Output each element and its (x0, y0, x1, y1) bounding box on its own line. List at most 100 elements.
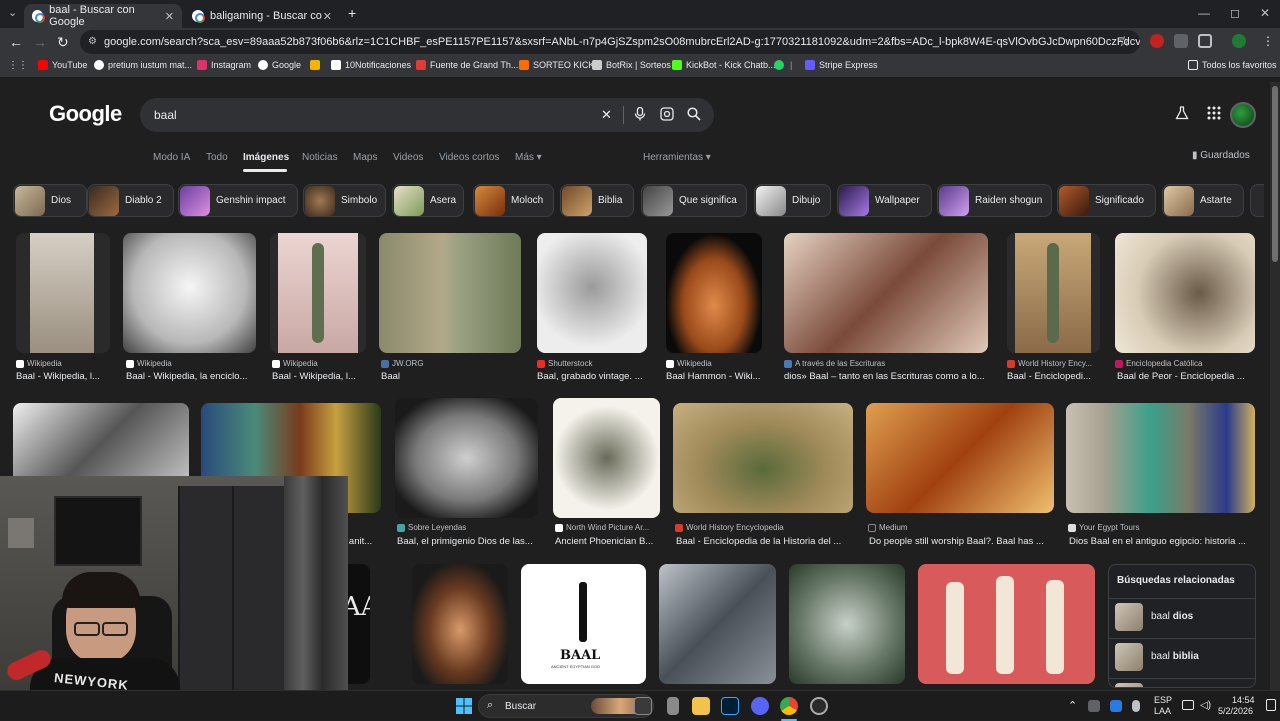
bookmark-sorteo-kick[interactable]: SORTEO KICK (519, 60, 594, 70)
bookmark-youtube[interactable]: YouTube (38, 60, 87, 70)
result-title[interactable]: Baal (381, 371, 521, 382)
related-item-baal-dios[interactable]: baal dios (1109, 598, 1255, 634)
tools-button[interactable]: Herramientas ▾ (643, 152, 711, 163)
result-title[interactable]: Dios Baal en el antiguo egipcio: histori… (1069, 536, 1255, 547)
chip-asera[interactable]: Asera (392, 184, 464, 217)
bookmark-gta[interactable]: Fuente de Grand Th... (416, 60, 518, 70)
chip-que-significa[interactable]: Que significa (641, 184, 747, 217)
task-view-icon[interactable] (634, 697, 652, 715)
clear-icon[interactable]: ✕ (601, 107, 612, 123)
labs-flask-icon[interactable] (1175, 106, 1189, 123)
google-apps-icon[interactable] (1207, 106, 1221, 123)
tab-close-icon[interactable]: ✕ (165, 10, 174, 23)
tab-close-icon[interactable]: ✕ (323, 10, 332, 23)
result-image[interactable] (395, 398, 538, 518)
bookmark-pretium[interactable]: pretium iustum mat... (94, 60, 192, 70)
result-image[interactable] (537, 233, 647, 353)
chip-biblia[interactable]: Biblia (560, 184, 634, 217)
chip-significado[interactable]: Significado (1057, 184, 1156, 217)
bookmark-pinwheel[interactable] (310, 60, 324, 70)
tab-modo-ia[interactable]: Modo IA (153, 152, 190, 163)
chip-wallpaper[interactable]: Wallpaper (837, 184, 932, 217)
forward-icon[interactable]: → (33, 34, 47, 50)
clock-date[interactable]: 5/2/2026 (1218, 706, 1253, 716)
volume-icon[interactable]: ◁) (1200, 700, 1211, 711)
language-indicator[interactable]: ESP (1154, 695, 1172, 705)
extension-red-icon[interactable] (1150, 34, 1164, 48)
all-bookmarks[interactable]: Todos los favoritos (1188, 60, 1277, 70)
result-title[interactable]: Baal, grabado vintage. ... (537, 371, 647, 382)
chip-simbolo[interactable]: Simbolo (303, 184, 386, 217)
close-window-icon[interactable]: ✕ (1260, 6, 1270, 20)
bookmark-stripe[interactable]: Stripe Express (805, 60, 878, 70)
profile-avatar-small[interactable] (1232, 34, 1246, 48)
bookmark-google[interactable]: Google (258, 60, 301, 70)
reload-icon[interactable]: ↻ (57, 34, 69, 51)
tab-mas[interactable]: Más ▾ (515, 152, 542, 163)
result-image[interactable] (1007, 233, 1100, 353)
tab-todo[interactable]: Todo (206, 152, 228, 163)
minimize-icon[interactable]: — (1198, 6, 1210, 20)
result-title[interactable]: Baal - Wikipedia, la enciclo... (126, 371, 256, 382)
result-image[interactable] (673, 403, 853, 513)
tab-noticias[interactable]: Noticias (302, 152, 338, 163)
extensions-puzzle-icon[interactable] (1198, 34, 1212, 48)
result-title[interactable]: dios» Baal – tanto en las Escrituras com… (784, 371, 990, 382)
lens-icon[interactable] (660, 107, 674, 124)
page-scrollbar[interactable] (1270, 82, 1280, 690)
result-image[interactable] (123, 233, 256, 353)
bookmark-whatsapp[interactable] (774, 60, 788, 70)
search-input[interactable]: baal ✕ (140, 98, 714, 132)
tab-baligaming[interactable]: baligaming - Buscar con Google ✕ (184, 4, 340, 28)
google-logo[interactable]: Google (49, 101, 122, 127)
chip-partial[interactable] (1250, 184, 1264, 217)
apps-grid-icon[interactable]: ⋮⋮ (8, 60, 28, 71)
result-title[interactable]: Baal Hammon - Wiki... (666, 371, 766, 382)
bookmark-botrix[interactable]: BotRix | Sorteos (592, 60, 671, 70)
bookmark-star-icon[interactable]: ☆ (1118, 33, 1131, 50)
tab-imagenes[interactable]: Imágenes (243, 152, 289, 163)
related-item-baal-biblia[interactable]: baal biblia (1109, 638, 1255, 674)
tray-app-icon[interactable] (1110, 700, 1122, 712)
tab-search-chevron-icon[interactable]: ⌄ (8, 6, 17, 19)
chip-diablo-2[interactable]: Diablo 2 (87, 184, 174, 217)
windows-start-icon[interactable] (456, 698, 472, 719)
chip-dios[interactable]: Dios (13, 184, 87, 217)
saved-button[interactable]: ▮ Guardados (1192, 150, 1250, 161)
result-title[interactable]: Baal - Wikipedia, l... (16, 371, 110, 382)
chip-raiden-shogun[interactable]: Raiden shogun (937, 184, 1052, 217)
result-image[interactable] (270, 233, 366, 353)
bookmark-instagram[interactable]: Instagram (197, 60, 251, 70)
result-image[interactable] (1115, 233, 1255, 353)
result-image[interactable] (1066, 403, 1255, 513)
discord-icon[interactable] (751, 697, 769, 715)
result-image[interactable] (918, 564, 1095, 684)
tab-videos-cortos[interactable]: Videos cortos (439, 152, 499, 163)
chip-genshin[interactable]: Genshin impact (178, 184, 298, 217)
back-icon[interactable]: ← (9, 34, 23, 50)
clock-time[interactable]: 14:54 (1232, 695, 1255, 705)
taskbar-search[interactable]: ⌕ Buscar (478, 694, 654, 718)
file-explorer-icon[interactable] (692, 697, 710, 715)
chrome-menu-icon[interactable]: ⋮ (1262, 34, 1274, 48)
result-title[interactable]: Baal - Wikipedia, l... (272, 371, 366, 382)
result-image[interactable] (659, 564, 776, 684)
tray-mic-icon[interactable] (1132, 700, 1140, 712)
network-icon[interactable] (1182, 700, 1194, 710)
result-image[interactable] (666, 233, 762, 353)
result-image[interactable] (553, 398, 660, 518)
result-image[interactable]: BAAL ANCIENT EGYPTIAN GOD (521, 564, 646, 684)
tray-cloud-icon[interactable] (1088, 700, 1100, 712)
result-image[interactable] (789, 564, 905, 684)
chip-dibujo[interactable]: Dibujo (754, 184, 831, 217)
result-image[interactable] (412, 564, 508, 684)
search-icon[interactable] (687, 107, 701, 124)
tray-chevron-icon[interactable]: ⌃ (1068, 699, 1077, 712)
result-title[interactable]: Baal - Enciclopedia de la Historia del .… (676, 536, 856, 547)
result-image[interactable] (379, 233, 521, 353)
notifications-icon[interactable] (1266, 699, 1276, 711)
account-avatar[interactable] (1230, 102, 1256, 128)
scrollbar-thumb[interactable] (1272, 86, 1278, 262)
bookmark-kickbot[interactable]: KickBot - Kick Chatb... (672, 60, 776, 70)
new-tab-button[interactable]: + (348, 5, 356, 21)
